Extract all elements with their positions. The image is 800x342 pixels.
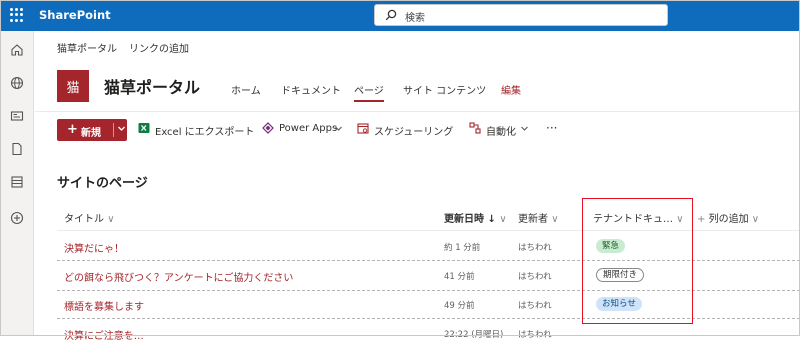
app-name[interactable]: SharePoint (39, 8, 111, 22)
suite-bar: SharePoint 検索 (0, 0, 800, 31)
search-placeholder: 検索 (405, 13, 425, 24)
add-circle-icon[interactable] (10, 211, 24, 225)
site-title[interactable]: 猫草ポータル (104, 74, 200, 98)
chevron-down-icon[interactable] (334, 124, 343, 133)
left-rail (0, 31, 34, 336)
chevron-down-icon: ∨ (751, 214, 760, 225)
modified-cell: 約 1 分前 (444, 243, 481, 253)
nav-documents[interactable]: ドキュメント (281, 82, 341, 97)
page-title-link[interactable]: 決算だにゃ！ (64, 240, 124, 255)
plus-icon: + (67, 122, 78, 137)
modified-cell: 41 分前 (444, 272, 475, 282)
calendar-icon (357, 123, 369, 134)
breadcrumb-site[interactable]: 猫草ポータル (57, 40, 117, 55)
header-divider (35, 111, 800, 112)
add-column-button[interactable]: + 列の追加 ∨ (697, 210, 759, 225)
column-title-label: タイトル (64, 214, 104, 225)
column-modified-by-label: 更新者 (518, 214, 548, 225)
chevron-down-icon[interactable] (520, 124, 529, 133)
page-title-link[interactable]: どの餌なら飛びつく？アンケートにご協力ください (64, 269, 293, 284)
chevron-down-icon: ∨ (499, 214, 507, 225)
globe-icon[interactable] (10, 76, 24, 90)
new-button[interactable]: + 新規 (57, 119, 127, 141)
modified-by-cell[interactable]: はちわれ (518, 270, 552, 282)
power-apps-button[interactable]: Power Apps (279, 123, 337, 134)
database-icon[interactable] (10, 175, 24, 189)
nav-pages[interactable]: ページ (354, 82, 384, 102)
nav-home[interactable]: ホーム (231, 82, 261, 97)
modified-by-cell[interactable]: はちわれ (518, 328, 552, 340)
plus-icon: + (697, 214, 706, 225)
more-options-icon[interactable]: ··· (546, 121, 557, 135)
export-excel-button[interactable]: Excel にエクスポート (155, 123, 254, 138)
automate-button[interactable]: 自動化 (486, 123, 516, 138)
highlight-box (582, 198, 693, 324)
new-button-label: 新規 (81, 128, 101, 139)
chevron-down-icon: ∨ (107, 214, 115, 225)
nav-site-contents[interactable]: サイト コンテンツ (403, 82, 486, 97)
modified-by-cell[interactable]: はちわれ (518, 241, 552, 253)
search-icon (385, 9, 397, 21)
chevron-down-icon (118, 126, 125, 131)
column-header-modified-by[interactable]: 更新者 ∨ (518, 210, 559, 225)
sort-descending-icon: ↓ (487, 214, 496, 225)
scheduling-button[interactable]: スケジューリング (374, 123, 453, 138)
modified-cell: 22:22 (月曜日) (444, 330, 504, 340)
file-icon[interactable] (10, 142, 24, 156)
site-logo[interactable]: 猫 (57, 70, 89, 102)
home-icon[interactable] (10, 43, 24, 57)
breadcrumb-add-link[interactable]: リンクの追加 (129, 40, 189, 55)
automate-icon (469, 122, 481, 134)
column-header-title[interactable]: タイトル ∨ (64, 210, 115, 225)
power-apps-icon (262, 122, 274, 134)
modified-by-cell[interactable]: はちわれ (518, 299, 552, 311)
app-launcher-icon[interactable] (10, 8, 24, 22)
column-header-modified[interactable]: 更新日時 ↓ ∨ (444, 210, 507, 225)
excel-icon (138, 123, 150, 133)
add-column-label: 列の追加 (708, 214, 749, 225)
page-title-link[interactable]: 標語を募集します (64, 298, 144, 313)
modified-cell: 49 分前 (444, 301, 475, 311)
news-icon[interactable] (10, 109, 24, 123)
search-box[interactable]: 検索 (374, 4, 668, 26)
page-title-link[interactable]: 決算にご注意を… (64, 327, 144, 342)
chevron-down-icon: ∨ (551, 214, 559, 225)
nav-edit[interactable]: 編集 (501, 82, 521, 97)
column-modified-label: 更新日時 (444, 214, 484, 225)
page-heading: サイトのページ (57, 176, 148, 191)
